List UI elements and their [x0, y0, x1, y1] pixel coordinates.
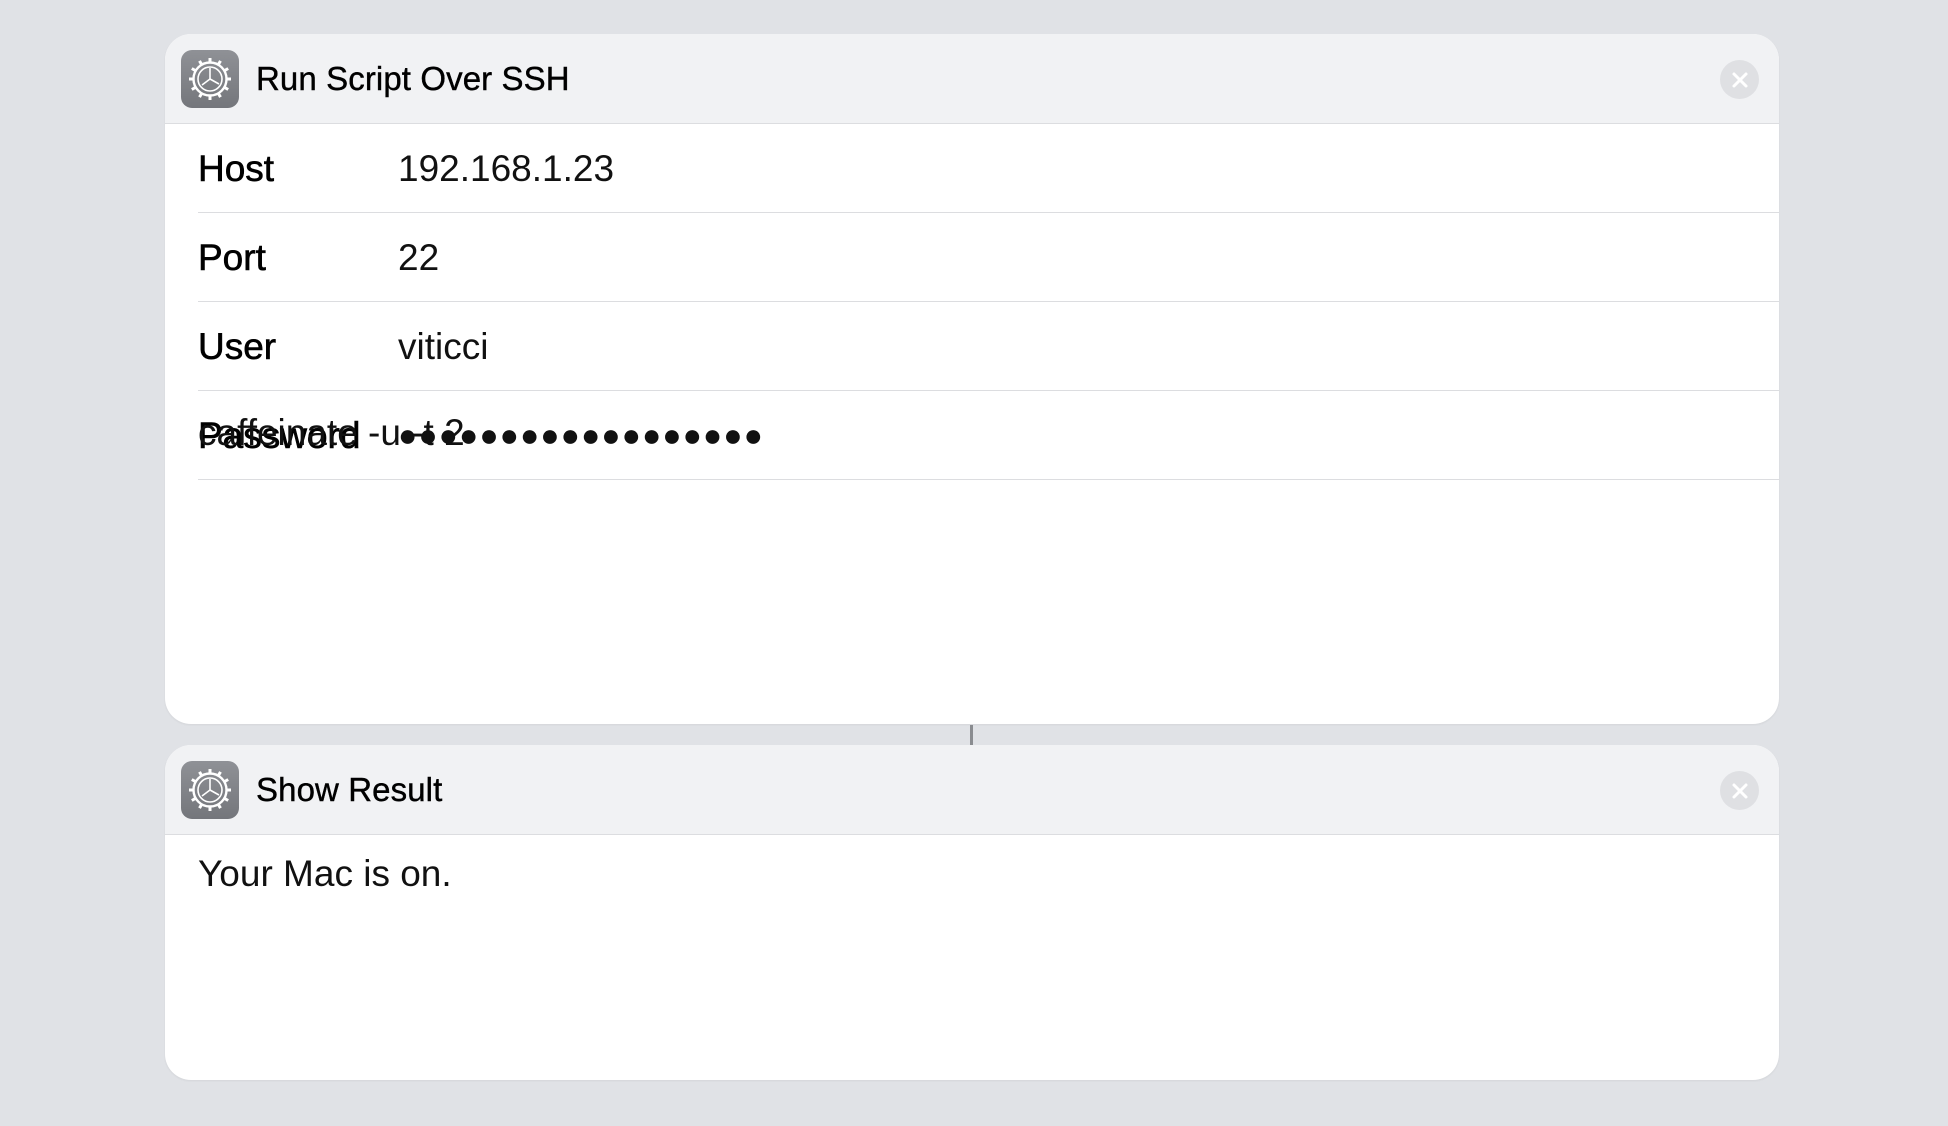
user-row[interactable]: User viticci [165, 302, 1779, 391]
port-row[interactable]: Port 22 [165, 213, 1779, 302]
host-label: Host [198, 148, 275, 190]
action-header[interactable]: Show Result [165, 745, 1779, 835]
result-text-input[interactable]: Your Mac is on. [198, 853, 452, 895]
close-icon[interactable] [1720, 60, 1759, 99]
host-field[interactable]: 192.168.1.23 [398, 124, 1698, 213]
port-label: Port [198, 237, 266, 279]
run-script-over-ssh-action: Run Script Over SSH Host 192.168.1.23 Po… [165, 34, 1779, 724]
gear-icon [181, 761, 239, 819]
show-result-action: Show Result Your Mac is on. [165, 745, 1779, 1080]
user-label: User [198, 326, 277, 368]
action-connector [970, 725, 973, 745]
gear-icon [181, 50, 239, 108]
script-input[interactable]: caffeinate -u -t 2 [198, 412, 465, 454]
close-icon[interactable] [1720, 771, 1759, 810]
action-title: Run Script Over SSH [256, 60, 570, 97]
host-row[interactable]: Host 192.168.1.23 [165, 124, 1779, 213]
action-title: Show Result [256, 771, 443, 808]
user-field[interactable]: viticci [398, 302, 1698, 391]
port-field[interactable]: 22 [398, 213, 1698, 302]
password-field[interactable]: ●●●●●●●●●●●●●●●●●● [398, 391, 1698, 480]
action-header[interactable]: Run Script Over SSH [165, 34, 1779, 124]
